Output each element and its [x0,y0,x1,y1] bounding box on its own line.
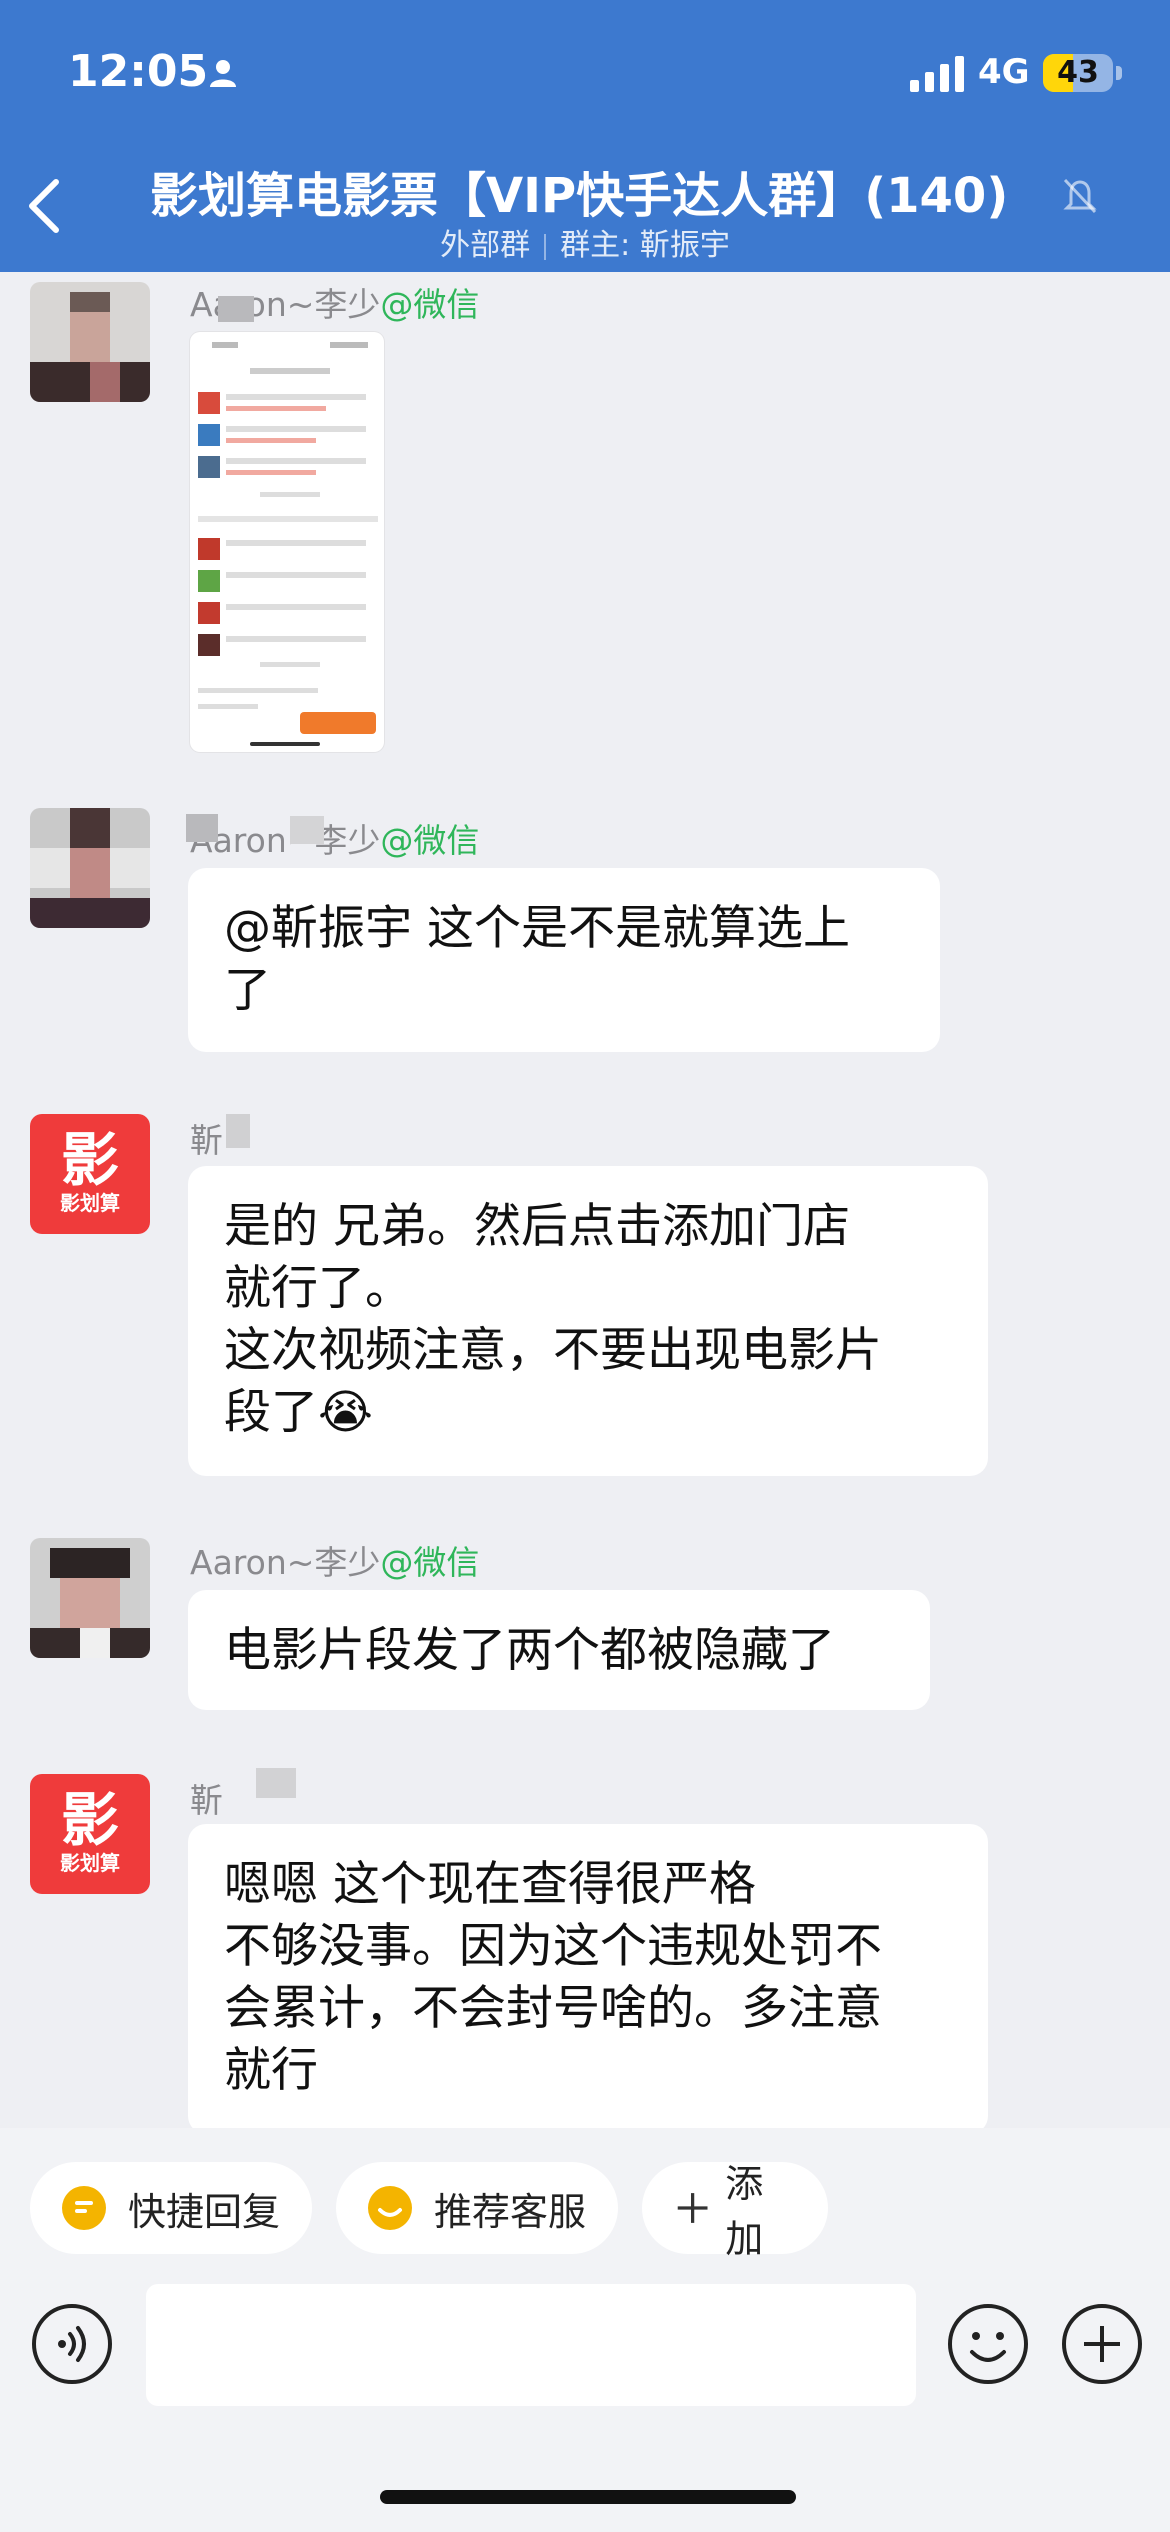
brand-logo-caption: 影划算 [60,1191,120,1215]
recommend-service-button[interactable]: 推荐客服 [336,2162,618,2254]
quick-reply-label: 快捷回复 [128,2189,281,2234]
emoji-icon[interactable] [946,2302,1030,2386]
chat-subtitle: 外部群 群主: 靳振宇 [0,220,1170,264]
wechat-source: @微信 [380,821,480,860]
home-indicator [380,2490,796,2504]
voice-input-icon[interactable] [30,2302,114,2386]
brand-logo-caption: 影划算 [60,1851,120,1875]
battery-level: 43 [1057,55,1099,90]
network-label: 4G [978,52,1030,92]
message-bubble[interactable]: 电影片段发了两个都被隐藏了 [188,1590,930,1710]
message-line: 段了😭 [224,1385,373,1440]
service-face-icon [368,2186,412,2230]
avatar[interactable] [30,282,150,402]
more-plus-icon[interactable] [1060,2302,1144,2386]
quick-reply-button[interactable]: 快捷回复 [30,2162,312,2254]
avatar[interactable] [30,1538,150,1658]
group-owner: 群主: 靳振宇 [560,228,730,263]
sender-name: 靳 [190,1121,223,1160]
sender-label: Aaron~李少 [190,1543,381,1582]
message-line: 这次视频注意，不要出现电影片 [224,1323,882,1378]
chat-header: 12:05 4G 43 影划算电影票【VIP快手达人群】(140) 外部群 群主:… [0,0,1170,272]
brand-logo-glyph: 影 [60,1126,119,1194]
message-line: 是的 兄弟。然后点击添加门店 [224,1199,850,1254]
signal-icon [910,56,964,92]
quick-reply-icon [62,2186,106,2230]
message-bubble[interactable]: 嗯嗯 这个现在查得很严格 不够没事。因为这个违规处罚不 会累计，不会封号啥的。多… [188,1824,988,2134]
recommend-service-label: 推荐客服 [434,2189,587,2234]
message-line: 不够没事。因为这个违规处罚不 [224,1919,882,1974]
battery-tip [1116,66,1122,80]
external-group-tag: 外部群 [440,228,531,263]
subtitle-divider [544,233,547,260]
message-input[interactable] [146,2284,916,2406]
redaction-mosaic [186,814,218,842]
add-quick-action-button[interactable]: 添加 [642,2162,828,2261]
brand-avatar[interactable]: 影 影划算 [30,1774,150,1894]
wechat-source: @微信 [380,1543,480,1582]
battery-icon: 43 [1043,54,1113,92]
sender-name: 靳 [190,1781,223,1820]
brand-logo-glyph: 影 [60,1786,119,1854]
add-label: 添加 [725,2162,764,2261]
message-line: 电影片段发了两个都被隐藏了 [224,1623,835,1678]
status-time: 12:05 [68,46,209,97]
person-icon [210,60,236,87]
sender-name: Aaron~李少@微信 [190,1536,479,1584]
image-message[interactable] [190,332,384,752]
chat-title: 影划算电影票【VIP快手达人群】(140) [150,168,1009,224]
mute-bell-icon [1063,178,1097,214]
redaction-mosaic [256,1768,296,1798]
redaction-mosaic [218,296,254,322]
wechat-source: @微信 [380,285,480,324]
sender-name: Aaron~李少@微信 [190,814,479,862]
sender-label: Aaron~李少 [190,821,381,860]
message-line: 就行了。 [224,1261,412,1316]
plus-icon [677,2193,708,2223]
message-line: @靳振宇 这个是不是就算选上 [224,901,850,956]
brand-avatar[interactable]: 影 影划算 [30,1114,150,1234]
message-line: 会累计，不会封号啥的。多注意 [224,1981,882,2036]
message-bubble[interactable]: 是的 兄弟。然后点击添加门店 就行了。 这次视频注意，不要出现电影片 段了😭 [188,1166,988,1476]
message-line: 嗯嗯 这个现在查得很严格 [224,1857,756,1912]
message-line: 就行 [224,2043,318,2098]
avatar[interactable] [30,808,150,928]
redaction-mosaic [226,1114,250,1148]
message-line: 了 [224,963,271,1018]
redaction-mosaic [290,816,324,844]
message-bubble[interactable]: @靳振宇 这个是不是就算选上 了 [188,868,940,1052]
